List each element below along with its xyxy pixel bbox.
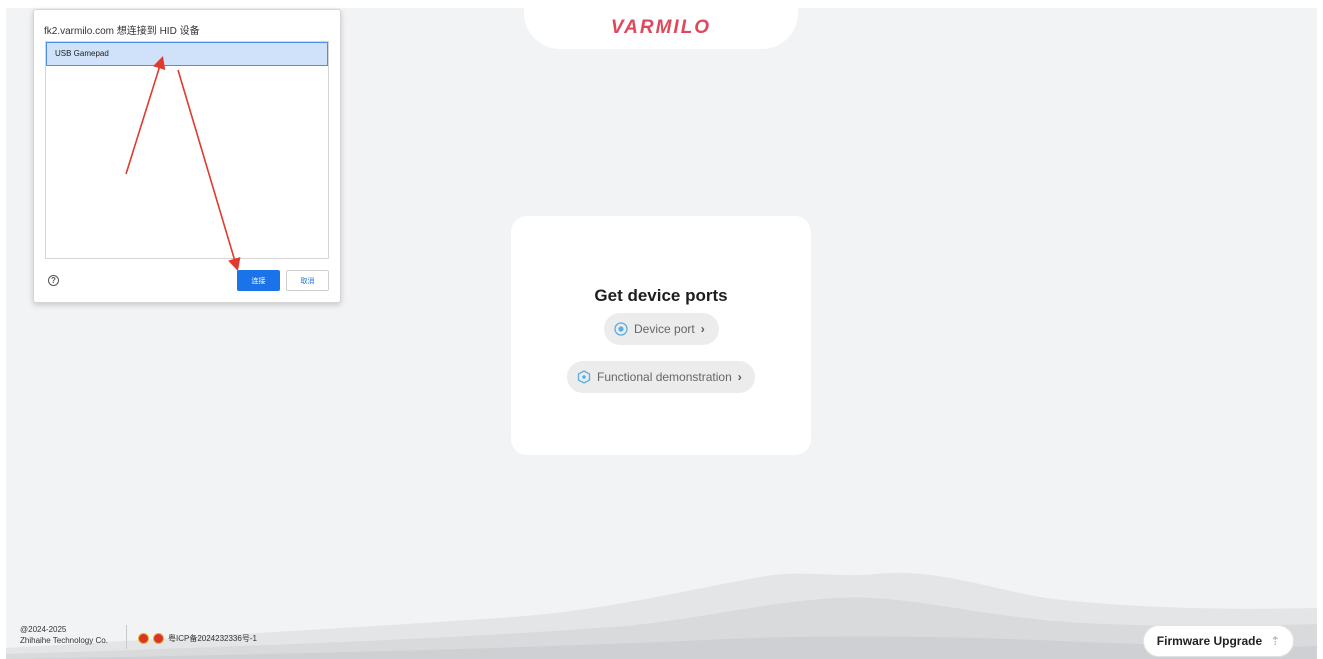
footer-copyright: @2024-2025 Zhihaihe Technology Co. <box>20 624 108 646</box>
card-title: Get device ports <box>594 286 728 305</box>
company-name: Zhihaihe Technology Co. <box>20 636 108 645</box>
icp-number: 粤ICP备2024232336号-1 <box>168 634 257 643</box>
connect-button[interactable]: 连接 <box>237 270 280 291</box>
chevron-right-icon: › <box>700 322 705 336</box>
device-port-icon <box>614 322 628 336</box>
chevron-right-icon: › <box>737 370 742 384</box>
firmware-upgrade-button[interactable]: Firmware Upgrade ⇡ <box>1143 625 1294 657</box>
logo-tab: VARMILO <box>524 8 798 49</box>
footer-divider <box>126 625 127 649</box>
help-icon[interactable]: ? <box>48 275 59 286</box>
copyright-years: @2024-2025 <box>20 625 67 634</box>
device-list-item[interactable]: USB Gamepad <box>46 42 328 66</box>
device-ports-card: Get device ports Device port › Functiona… <box>511 216 811 455</box>
firmware-upgrade-label: Firmware Upgrade <box>1156 634 1263 648</box>
hid-device-chooser-dialog: fk2.varmilo.com 想连接到 HID 设备 USB Gamepad … <box>33 9 341 303</box>
varmilo-logo: VARMILO <box>610 16 712 38</box>
cancel-button[interactable]: 取消 <box>286 270 329 291</box>
device-port-label: Device port <box>634 322 695 336</box>
police-emblem-icon <box>153 633 164 644</box>
upload-arrow-icon: ⇡ <box>1270 634 1281 648</box>
functional-demonstration-button[interactable]: Functional demonstration › <box>567 361 755 393</box>
functional-demonstration-label: Functional demonstration <box>597 370 732 384</box>
hexagon-icon <box>577 370 591 384</box>
device-list[interactable]: USB Gamepad <box>45 41 329 259</box>
footer-icp[interactable]: 粤ICP备2024232336号-1 <box>138 633 257 644</box>
national-emblem-icon <box>138 633 149 644</box>
device-port-button[interactable]: Device port › <box>604 313 719 345</box>
dialog-title: fk2.varmilo.com 想连接到 HID 设备 <box>44 26 200 37</box>
